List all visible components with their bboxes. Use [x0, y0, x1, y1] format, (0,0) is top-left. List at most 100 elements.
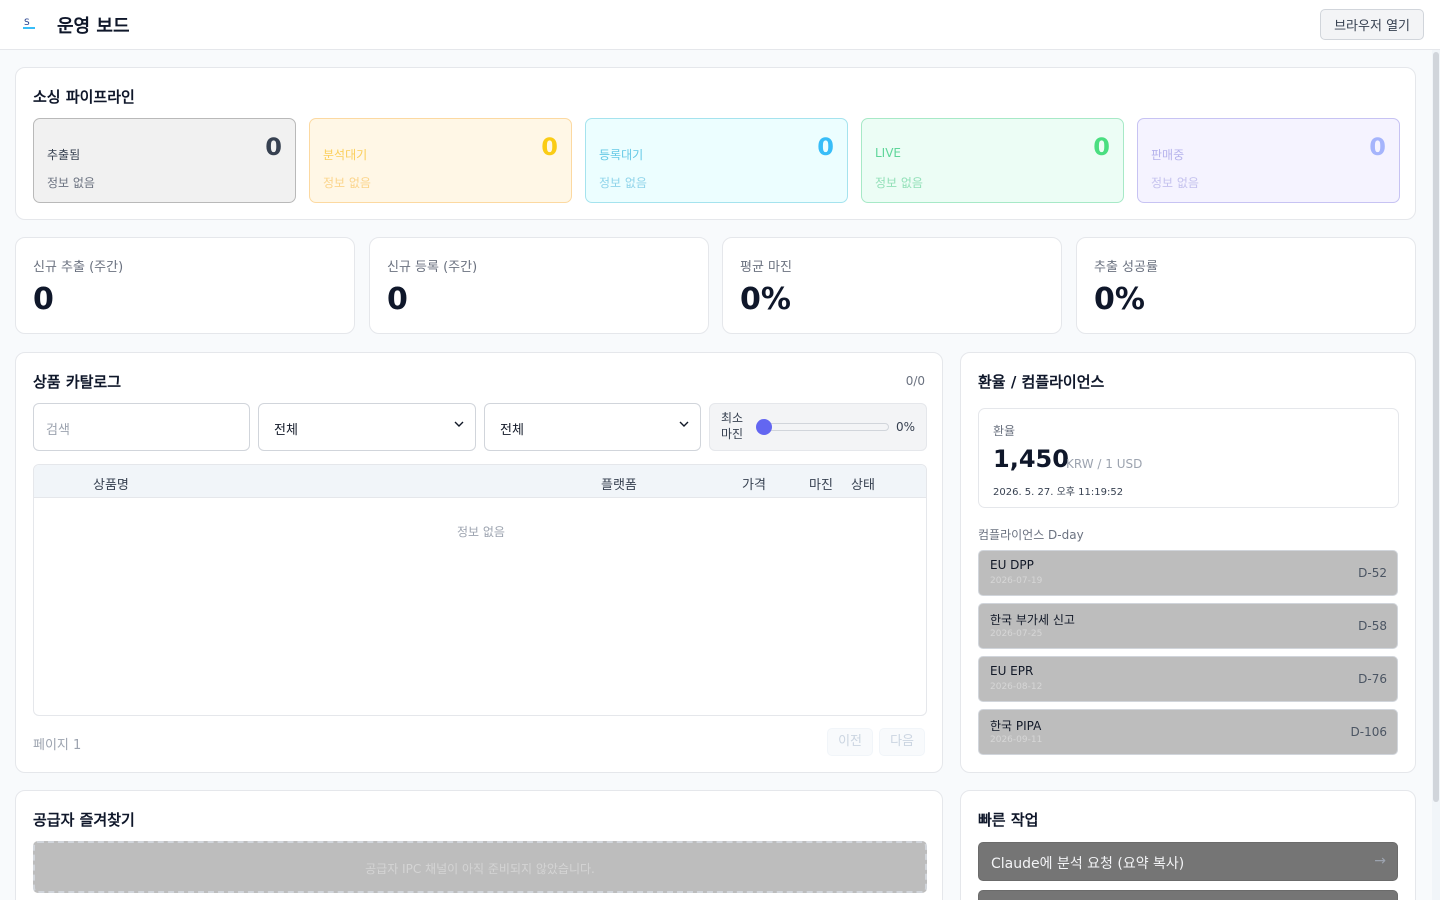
supplier-empty-notice: 공급자 IPC 채널이 아직 준비되지 않았습니다. — [33, 841, 927, 893]
dday-date: 2026-07-25 — [990, 629, 1043, 639]
column-header-platform[interactable]: 플랫폼 — [601, 474, 637, 493]
exchange-rate-value: 1,450 — [993, 445, 1069, 473]
kpi-card-new-registered: 신규 등록 (주간) 0 — [369, 237, 709, 334]
min-margin-label: 최소 마진 — [721, 411, 744, 441]
open-browser-button[interactable]: 브라우저 열기 — [1320, 9, 1424, 40]
catalog-title: 상품 카탈로그 — [33, 373, 122, 391]
arrow-right-icon: → — [1374, 853, 1386, 869]
platform-select-value: 전체 — [274, 423, 298, 438]
claude-analysis-label: Claude에 분석 요청 (요약 복사) — [991, 856, 1185, 872]
app-logo-icon: S — [23, 18, 35, 29]
kpi-label: 추출 성공률 — [1094, 260, 1158, 275]
kpi-label: 신규 추출 (주간) — [33, 260, 124, 275]
dday-name: EU EPR — [990, 664, 1034, 678]
column-header-price[interactable]: 가격 — [742, 474, 766, 493]
stage-info: 정보 없음 — [47, 176, 95, 190]
dday-name: 한국 부가세 신고 — [990, 613, 1075, 627]
column-header-name[interactable]: 상품명 — [93, 474, 129, 493]
dday-remaining: D-106 — [1350, 725, 1387, 739]
exchange-rate-box: 환율 1,450 KRW / 1 USD 2026. 5. 27. 오후 11:… — [978, 408, 1399, 508]
table-empty-text: 정보 없음 — [457, 525, 505, 539]
min-margin-value: 0% — [895, 420, 915, 434]
dday-item[interactable]: 한국 PIPA 2026-09-11 D-106 — [978, 709, 1398, 755]
stage-label: 분석대기 — [323, 148, 368, 162]
stage-extracted[interactable]: 추출됨 0 정보 없음 — [33, 118, 296, 203]
kpi-value: 0 — [33, 282, 54, 317]
stage-awaiting-registration[interactable]: 등록대기 0 정보 없음 — [585, 118, 848, 203]
stage-count: 0 — [541, 133, 558, 161]
dday-date: 2026-07-19 — [990, 576, 1043, 586]
page-indicator: 페이지 1 — [33, 738, 82, 753]
dday-date: 2026-09-11 — [990, 735, 1043, 745]
dday-remaining: D-76 — [1358, 672, 1387, 686]
exchange-rate-unit: KRW / 1 USD — [1066, 457, 1143, 471]
column-header-margin[interactable]: 마진 — [809, 474, 833, 493]
catalog-card: 상품 카탈로그 0/0 검색 전체 전체 최소 마진 0% 상품명 플랫폼 가격… — [15, 352, 943, 773]
fx-compliance-title: 환율 / 컴플라이언스 — [978, 373, 1105, 391]
dday-item[interactable]: EU EPR 2026-08-12 D-76 — [978, 656, 1398, 702]
dday-item[interactable]: 한국 부가세 신고 2026-07-25 D-58 — [978, 603, 1398, 649]
exchange-rate-label: 환율 — [993, 424, 1016, 438]
platform-select[interactable]: 전체 — [258, 403, 476, 451]
stage-awaiting-analysis[interactable]: 분석대기 0 정보 없음 — [309, 118, 572, 203]
stage-on-sale[interactable]: 판매중 0 정보 없음 — [1137, 118, 1400, 203]
pipeline-card: 소싱 파이프라인 추출됨 0 정보 없음 분석대기 0 정보 없음 등록대기 0… — [15, 67, 1416, 220]
min-margin-filter: 최소 마진 0% — [709, 403, 927, 451]
search-input[interactable]: 검색 — [33, 403, 250, 451]
dday-name: 한국 PIPA — [990, 719, 1042, 733]
pipeline-title: 소싱 파이프라인 — [33, 88, 135, 106]
kpi-label: 평균 마진 — [740, 260, 792, 275]
quick-actions-title: 빠른 작업 — [978, 811, 1039, 829]
chevron-down-icon — [454, 421, 464, 427]
dday-name: EU DPP — [990, 558, 1034, 572]
stage-count: 0 — [817, 133, 834, 161]
status-select-value: 전체 — [500, 423, 524, 438]
stage-live[interactable]: LIVE 0 정보 없음 — [861, 118, 1124, 203]
stage-label: LIVE — [875, 146, 902, 160]
table-header: 상품명 플랫폼 가격 마진 상태 — [34, 465, 926, 498]
stage-count: 0 — [1369, 133, 1386, 161]
supplier-favorites-title: 공급자 즐겨찾기 — [33, 811, 135, 829]
page-title: 운영 보드 — [57, 16, 130, 37]
quick-actions-card: 빠른 작업 Claude에 분석 요청 (요약 복사) → — [960, 790, 1416, 900]
stage-label: 판매중 — [1151, 148, 1185, 162]
stage-info: 정보 없음 — [323, 176, 371, 190]
catalog-count: 0/0 — [905, 374, 925, 388]
chevron-down-icon — [679, 421, 689, 427]
svg-text:S: S — [24, 18, 30, 28]
kpi-value: 0% — [1094, 282, 1145, 317]
kpi-card-extract-success-rate: 추출 성공률 0% — [1076, 237, 1416, 334]
exchange-rate-timestamp: 2026. 5. 27. 오후 11:19:52 — [993, 487, 1124, 498]
supplier-favorites-card: 공급자 즐겨찾기 공급자 IPC 채널이 아직 준비되지 않았습니다. — [15, 790, 943, 900]
next-page-button[interactable]: 다음 — [879, 728, 925, 756]
stage-info: 정보 없음 — [875, 176, 923, 190]
column-header-status[interactable]: 상태 — [851, 474, 875, 493]
dday-item[interactable]: EU DPP 2026-07-19 D-52 — [978, 550, 1398, 596]
min-margin-slider-thumb[interactable] — [756, 419, 772, 435]
prev-page-button[interactable]: 이전 — [827, 728, 873, 756]
stage-info: 정보 없음 — [1151, 176, 1199, 190]
kpi-label: 신규 등록 (주간) — [387, 260, 478, 275]
product-table: 상품명 플랫폼 가격 마진 상태 정보 없음 — [33, 464, 927, 716]
dday-remaining: D-52 — [1358, 566, 1387, 580]
kpi-value: 0 — [387, 282, 408, 317]
stage-count: 0 — [1093, 133, 1110, 161]
supplier-empty-text: 공급자 IPC 채널이 아직 준비되지 않았습니다. — [365, 862, 595, 876]
quick-action-button-2[interactable] — [978, 890, 1398, 900]
min-margin-track[interactable] — [764, 423, 889, 431]
search-placeholder: 검색 — [46, 423, 70, 438]
stage-label: 등록대기 — [599, 148, 644, 162]
kpi-card-average-margin: 평균 마진 0% — [722, 237, 1062, 334]
kpi-card-new-extracted: 신규 추출 (주간) 0 — [15, 237, 355, 334]
dday-date: 2026-08-12 — [990, 682, 1043, 692]
stage-count: 0 — [265, 133, 282, 161]
claude-analysis-button[interactable]: Claude에 분석 요청 (요약 복사) → — [978, 842, 1398, 881]
scrollbar-thumb[interactable] — [1433, 52, 1439, 802]
dday-remaining: D-58 — [1358, 619, 1387, 633]
compliance-label: 컴플라이언스 D-day — [978, 528, 1084, 542]
fx-compliance-card: 환율 / 컴플라이언스 환율 1,450 KRW / 1 USD 2026. 5… — [960, 352, 1416, 773]
status-select[interactable]: 전체 — [484, 403, 701, 451]
stage-label: 추출됨 — [47, 148, 81, 162]
kpi-value: 0% — [740, 282, 791, 317]
stage-info: 정보 없음 — [599, 176, 647, 190]
